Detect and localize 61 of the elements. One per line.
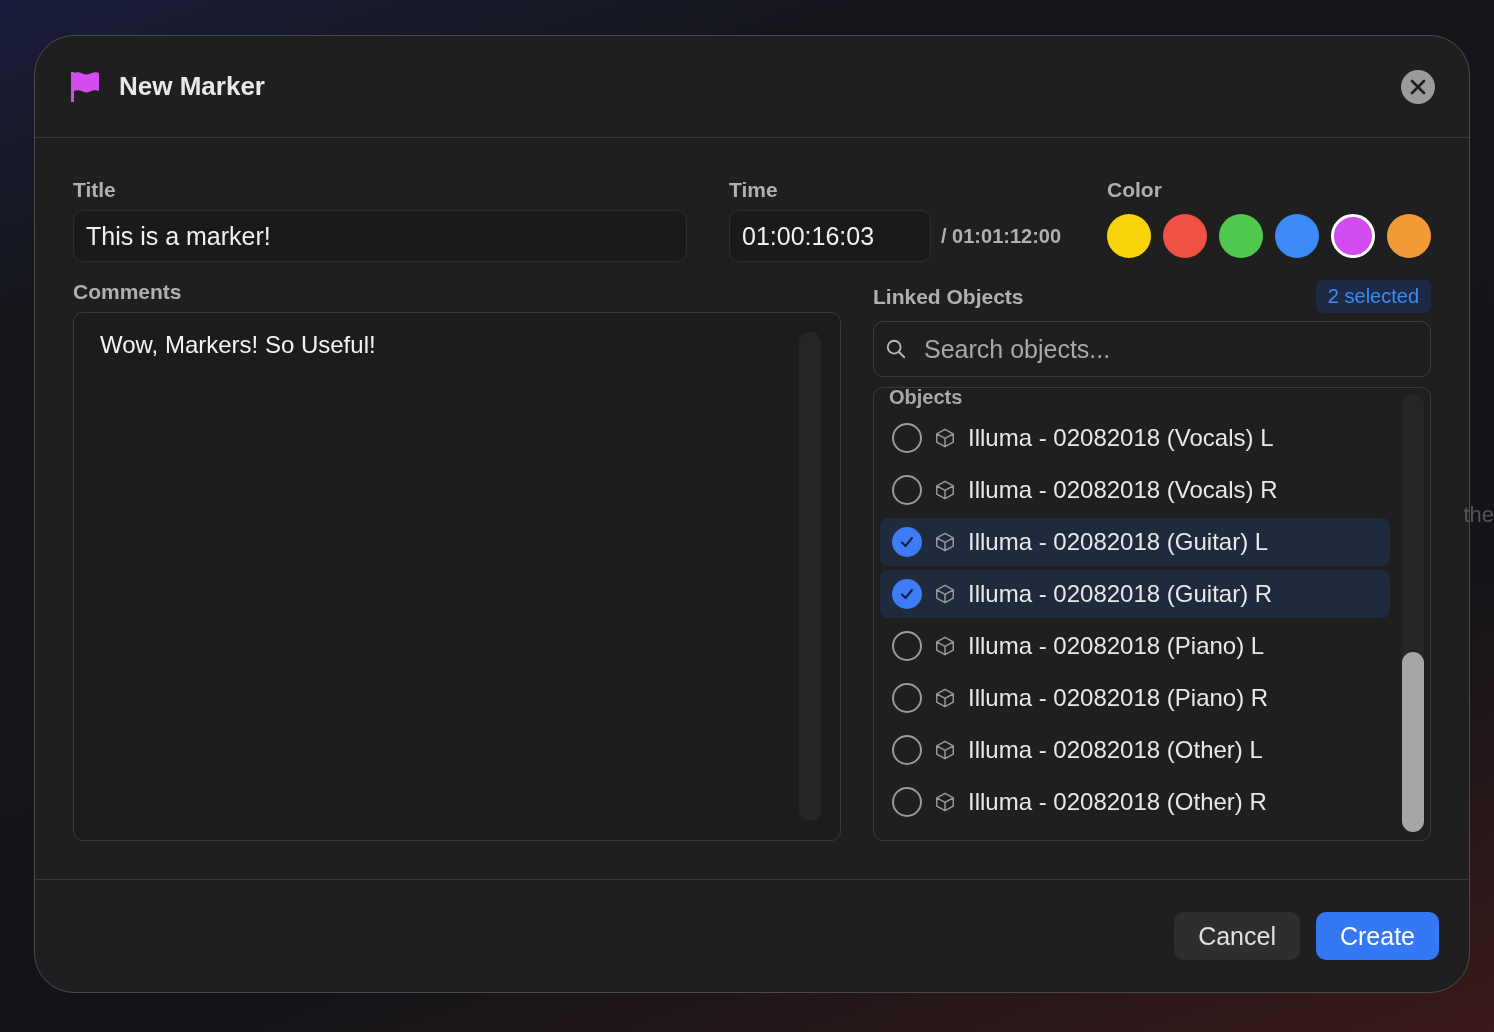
cube-icon [934,427,956,449]
close-button[interactable] [1401,69,1435,104]
field-label: Comments [73,280,183,304]
dialog-title: New Marker [119,71,266,102]
object-name: Illuma - 02082018 (Guitar) L [968,528,1269,556]
checkbox[interactable] [892,475,922,505]
group-heading: Objects [888,388,964,410]
object-row[interactable]: Illuma - 02082018 (Other) R [880,778,1390,826]
object-row[interactable]: Illuma - 02082018 (Vocals) L [880,414,1390,462]
cube-icon [934,479,956,501]
comments-field[interactable]: Wow, Markers! So Useful! [73,312,841,841]
color-swatch[interactable] [1107,214,1151,258]
checkbox[interactable] [892,683,922,713]
flag-icon [69,69,101,104]
object-name: Illuma - 02082018 (Vocals) L [968,424,1274,452]
object-row[interactable]: Illuma - 02082018 (Guitar) R [880,570,1390,618]
title-field[interactable]: This is a marker! [73,210,687,262]
color-swatch[interactable] [1331,214,1375,258]
cancel-button[interactable]: Cancel [1174,912,1300,960]
color-swatch[interactable] [1387,214,1431,258]
cube-icon [934,531,956,553]
object-name: Illuma - 02082018 (Piano) L [968,632,1265,660]
cube-icon [934,687,956,709]
selection-count: 2 selected [1315,280,1431,313]
color-swatch[interactable] [1219,214,1263,258]
search-field[interactable]: Search objects... [873,321,1431,377]
color-swatch[interactable] [1163,214,1207,258]
field-label: Color [1107,178,1163,202]
color-swatch[interactable] [1275,214,1319,258]
search-icon [885,338,907,360]
object-row[interactable]: Illuma - 02082018 (Vocals) R [880,466,1390,514]
cube-icon [934,583,956,605]
field-label: Linked Objects [873,284,1024,309]
checkmark-icon [899,586,915,602]
time-field[interactable]: 01:00:16:03 [729,210,931,262]
field-label: Title [73,178,117,202]
cube-icon [934,739,956,761]
object-row[interactable]: Illuma - 02082018 (Other) L [880,726,1390,774]
object-name: Illuma - 02082018 (Other) L [968,736,1263,764]
checkbox[interactable] [892,787,922,817]
object-name: Illuma - 02082018 (Other) R [968,788,1267,816]
object-name: Illuma - 02082018 (Vocals) R [968,476,1278,504]
object-name: Illuma - 02082018 (Guitar) R [968,580,1273,608]
checkbox[interactable] [892,631,922,661]
object-row[interactable]: Illuma - 02082018 (Piano) R [880,674,1390,722]
checkmark-icon [899,534,915,550]
field-label: Time [729,178,779,202]
background-text: the [1463,502,1494,528]
scrollbar[interactable] [1402,394,1424,832]
cube-icon [934,635,956,657]
checkbox[interactable] [892,423,922,453]
checkbox[interactable] [892,527,922,557]
object-row[interactable]: Illuma - 02082018 (Guitar) L [880,518,1390,566]
object-row[interactable]: Illuma - 02082018 (Piano) L [880,622,1390,670]
checkbox[interactable] [892,579,922,609]
cube-icon [934,791,956,813]
duration-text: / 01:01:12:00 [941,225,1062,248]
close-icon [1410,78,1426,95]
checkbox[interactable] [892,735,922,765]
create-button[interactable]: Create [1315,912,1439,960]
object-name: Illuma - 02082018 (Piano) R [968,684,1269,712]
